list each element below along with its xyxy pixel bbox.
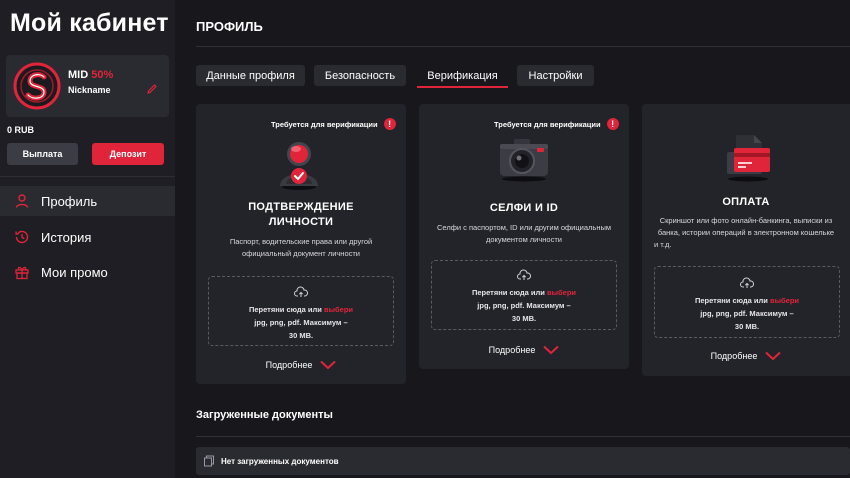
active-tab-indicator bbox=[417, 86, 508, 88]
dropzone-formats: jpg, png, pdf. Максимум – bbox=[700, 309, 794, 318]
more-button[interactable]: Подробнее bbox=[419, 345, 629, 355]
card-desc-line1: Селфи с паспортом, ID или другим официал… bbox=[436, 223, 612, 232]
dropzone-max-size: 30 MB. bbox=[288, 331, 314, 340]
dropzone-instruction: Перетяни сюда или выбери bbox=[655, 294, 839, 307]
user-level: MID 50% bbox=[68, 69, 113, 81]
verification-card-identity: Требуется для верификации! ПОДТВЕРЖДЕНИЕ… bbox=[196, 104, 406, 384]
nickname: Nickname bbox=[68, 85, 111, 95]
choose-file-link[interactable]: выбери bbox=[547, 288, 576, 297]
cabinet-title: Мой кабинет bbox=[10, 9, 169, 37]
withdraw-button[interactable]: Выплата bbox=[7, 143, 78, 165]
upload-cloud-icon bbox=[517, 269, 531, 280]
card-desc-line2: банка, истории операций в электронном ко… bbox=[657, 228, 835, 237]
uploaded-docs-empty: Нет загруженных документов bbox=[196, 447, 850, 475]
tab-profile-data[interactable]: Данные профиля bbox=[196, 65, 305, 86]
docs-divider bbox=[196, 436, 850, 437]
card-title-line2: ЛИЧНОСТИ bbox=[268, 216, 334, 228]
camera-icon bbox=[500, 139, 548, 182]
required-notice: Требуется для верификации! bbox=[494, 118, 619, 130]
card-desc-line2: официальный документ личности bbox=[241, 249, 360, 258]
level-percent: 50% bbox=[91, 69, 114, 81]
gift-icon bbox=[13, 263, 31, 281]
card-title: СЕЛФИ И ID bbox=[489, 202, 559, 214]
sidebar-item-label: Мои промо bbox=[41, 264, 108, 280]
sidebar-item-history[interactable]: История bbox=[0, 222, 175, 252]
user-check-icon bbox=[280, 142, 318, 190]
dropzone-prefix: Перетяни сюда или bbox=[694, 296, 771, 305]
documents-icon bbox=[204, 455, 214, 467]
chevron-down-icon bbox=[320, 360, 337, 370]
card-title-line1: ПОДТВЕРЖДЕНИЕ bbox=[248, 201, 354, 213]
file-dropzone[interactable]: Перетяни сюда или выбери jpg, png, pdf. … bbox=[654, 266, 840, 338]
dropzone-formats: jpg, png, pdf. Максимум – bbox=[254, 318, 348, 327]
uploaded-docs-title: Загруженные документы bbox=[196, 409, 333, 421]
history-icon bbox=[13, 228, 31, 246]
chevron-down-icon bbox=[765, 351, 782, 361]
sidebar-item-promo[interactable]: Мои промо bbox=[0, 257, 175, 287]
card-title: ОПЛАТА bbox=[722, 196, 770, 208]
card-desc-line2: документом личности bbox=[486, 235, 562, 244]
level-name: MID bbox=[68, 69, 89, 81]
more-button[interactable]: Подробнее bbox=[196, 360, 406, 370]
sidebar-item-profile[interactable]: Профиль bbox=[0, 186, 175, 216]
sidebar: Мой кабинет MID 50% Nickname 0 RUB Выпла… bbox=[0, 0, 175, 478]
card-desc-line1: Скриншот или фото онлайн-банкинга, выпис… bbox=[659, 216, 833, 225]
tab-security[interactable]: Безопасность bbox=[314, 65, 406, 86]
edit-pencil-icon[interactable] bbox=[146, 83, 158, 95]
more-button[interactable]: Подробнее bbox=[642, 351, 850, 361]
upload-cloud-icon bbox=[740, 277, 754, 288]
warning-icon: ! bbox=[383, 118, 396, 130]
no-docs-label: Нет загруженных документов bbox=[221, 456, 339, 466]
more-label: Подробнее bbox=[265, 360, 313, 370]
header-divider bbox=[196, 46, 850, 47]
deposit-button[interactable]: Депозит bbox=[92, 143, 164, 165]
file-dropzone[interactable]: Перетяни сюда или выбери jpg, png, pdf. … bbox=[208, 276, 394, 346]
dropzone-instruction: Перетяни сюда или выбери bbox=[209, 303, 393, 316]
verification-card-selfie: Требуется для верификации! СЕЛФИ И ID Се… bbox=[419, 104, 629, 369]
tab-verification[interactable]: Верификация bbox=[417, 65, 508, 86]
choose-file-link[interactable]: выбери bbox=[324, 305, 353, 314]
required-label: Требуется для верификации bbox=[494, 119, 601, 129]
sidebar-item-label: История bbox=[41, 229, 92, 245]
user-icon bbox=[13, 192, 31, 210]
card-desc-line1: Паспорт, водительские права или другой bbox=[229, 237, 373, 246]
upload-cloud-icon bbox=[294, 286, 308, 297]
balance: 0 RUB bbox=[7, 125, 35, 135]
payment-card-icon bbox=[727, 135, 770, 182]
dropzone-instruction: Перетяни сюда или выбери bbox=[432, 286, 616, 299]
dropzone-max-size: 30 MB. bbox=[734, 322, 760, 331]
page-title: ПРОФИЛЬ bbox=[196, 19, 263, 34]
dropzone-formats: jpg, png, pdf. Максимум – bbox=[477, 301, 571, 310]
more-label: Подробнее bbox=[710, 351, 758, 361]
tab-settings[interactable]: Настройки bbox=[517, 65, 594, 86]
card-desc-line3: и т.д. bbox=[654, 240, 672, 249]
warning-icon: ! bbox=[606, 118, 619, 130]
verification-card-payment: ОПЛАТА Скриншот или фото онлайн-банкинга… bbox=[642, 104, 850, 376]
chevron-down-icon bbox=[543, 345, 560, 355]
avatar-logo-icon bbox=[13, 62, 61, 110]
choose-file-link[interactable]: выбери bbox=[770, 296, 799, 305]
user-card: MID 50% Nickname bbox=[6, 55, 169, 117]
required-notice: Требуется для верификации! bbox=[271, 118, 396, 130]
dropzone-prefix: Перетяни сюда или bbox=[471, 288, 548, 297]
sidebar-divider bbox=[0, 176, 175, 177]
required-label: Требуется для верификации bbox=[271, 119, 378, 129]
dropzone-max-size: 30 MB. bbox=[511, 314, 537, 323]
more-label: Подробнее bbox=[488, 345, 536, 355]
sidebar-item-label: Профиль bbox=[41, 193, 98, 209]
file-dropzone[interactable]: Перетяни сюда или выбери jpg, png, pdf. … bbox=[431, 260, 617, 330]
dropzone-prefix: Перетяни сюда или bbox=[248, 305, 325, 314]
